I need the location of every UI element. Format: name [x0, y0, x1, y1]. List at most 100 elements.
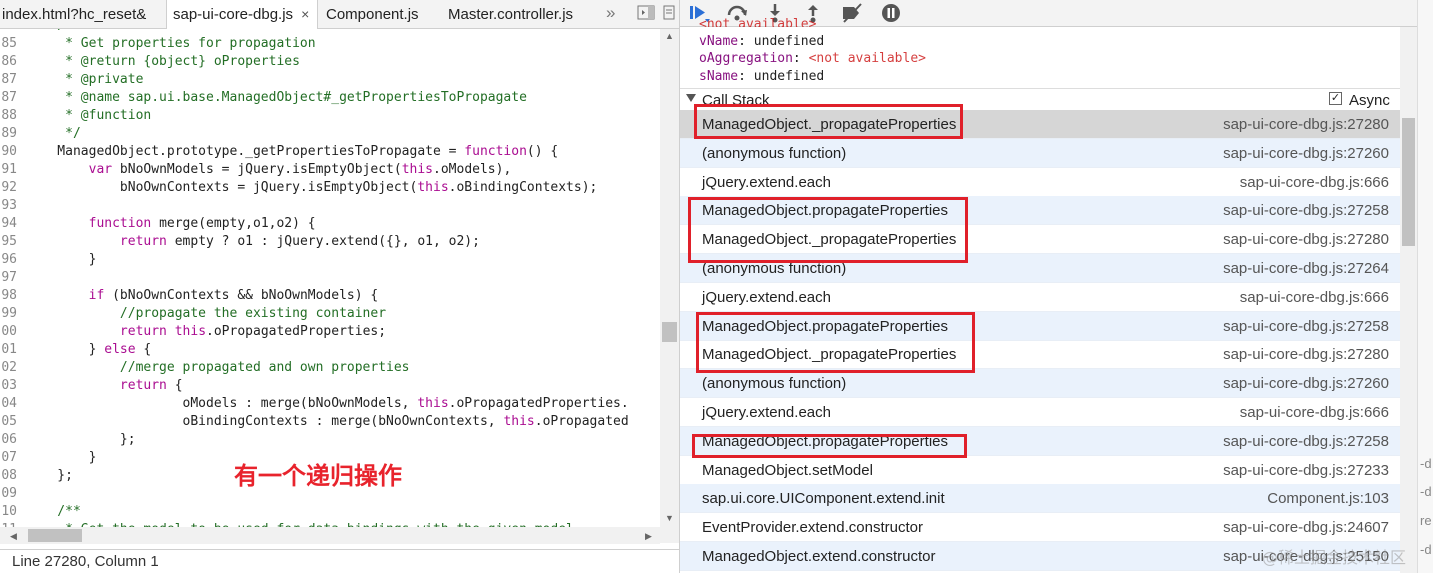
call-frame-row[interactable]: (anonymous function) sap-ui-core-dbg.js:2…	[680, 138, 1400, 168]
scroll-right-arrow-icon[interactable]: ▶	[645, 531, 652, 542]
call-frame-row[interactable]: jQuery.extend.each sap-ui-core-dbg.js:666	[680, 398, 1400, 427]
frame-location-link[interactable]: sap-ui-core-dbg.js:27280	[1223, 225, 1389, 254]
tab-index-html[interactable]: index.html?hc_reset&	[2, 0, 160, 29]
line-number[interactable]: 96	[0, 251, 17, 269]
scope-variable-row[interactable]: oAggregation: <not available>	[699, 50, 926, 68]
tab-component-js[interactable]: Component.js	[326, 0, 436, 29]
line-number[interactable]: 90	[0, 143, 17, 161]
line-number[interactable]: 00	[0, 323, 17, 341]
code-line: 87 * @private	[0, 71, 660, 89]
frame-location-link[interactable]: sap-ui-core-dbg.js:666	[1240, 398, 1389, 427]
call-frame-row[interactable]: jQuery.extend.each sap-ui-core-dbg.js:666	[680, 283, 1400, 312]
call-frame-row[interactable]: (anonymous function) sap-ui-core-dbg.js:2…	[680, 369, 1400, 399]
frame-location-link[interactable]: sap-ui-core-dbg.js:27258	[1223, 196, 1389, 225]
code-text: var bNoOwnModels = jQuery.isEmptyObject(…	[88, 162, 512, 177]
code-line: 96 }	[0, 251, 660, 269]
scroll-down-arrow-icon[interactable]: ▼	[665, 513, 674, 523]
line-number[interactable]: 87	[0, 71, 17, 89]
highlight-box	[688, 197, 968, 263]
scope-variable-row[interactable]: sName: undefined	[699, 68, 824, 86]
code-text: */	[26, 126, 81, 141]
highlight-box	[692, 434, 967, 458]
frame-location-link[interactable]: sap-ui-core-dbg.js:27258	[1223, 427, 1389, 456]
frame-location-link[interactable]: sap-ui-core-dbg.js:666	[1240, 168, 1389, 197]
line-number[interactable]: 03	[0, 377, 17, 395]
line-number[interactable]: 91	[0, 161, 17, 179]
line-number[interactable]: 02	[0, 359, 17, 377]
code-text: //merge propagated and own properties	[26, 360, 410, 375]
code-line: 89 */	[0, 125, 660, 143]
frame-location-link[interactable]: sap-ui-core-dbg.js:666	[1240, 283, 1389, 312]
code-text: if (bNoOwnContexts && bNoOwnModels) {	[88, 288, 379, 303]
code-scroll-thumb[interactable]	[662, 322, 677, 342]
code-text: function merge(empty,o1,o2) {	[88, 216, 316, 231]
frame-function-name: jQuery.extend.each	[702, 404, 831, 421]
pause-on-exceptions-icon[interactable]	[880, 2, 902, 24]
code-text: }	[26, 252, 97, 267]
frame-location-link[interactable]: sap-ui-core-dbg.js:27260	[1223, 369, 1389, 398]
code-text: oBindingContexts : merge(bNoOwnContexts,…	[26, 414, 629, 429]
tab-label: index.html?hc_reset&	[2, 6, 147, 23]
deactivate-breakpoints-icon[interactable]	[840, 2, 862, 24]
line-number[interactable]: 10	[0, 503, 17, 521]
line-number[interactable]: 05	[0, 413, 17, 431]
line-number[interactable]: 88	[0, 107, 17, 125]
line-number[interactable]: 92	[0, 179, 17, 197]
scroll-left-arrow-icon[interactable]: ◀	[10, 531, 17, 542]
frame-location-link[interactable]: sap-ui-core-dbg.js:27258	[1223, 312, 1389, 341]
frame-function-name: EventProvider.extend.constructor	[702, 519, 923, 537]
code-horizontal-scrollbar[interactable]	[0, 527, 660, 544]
code-vertical-scrollbar[interactable]	[660, 29, 679, 543]
line-number[interactable]: 86	[0, 53, 17, 71]
frame-location-link[interactable]: sap-ui-core-dbg.js:27280	[1223, 340, 1389, 369]
annotation-text: 有一个递归操作	[234, 462, 402, 490]
scope-variable-row[interactable]: vName: undefined	[699, 33, 824, 51]
tab-overflow-button[interactable]: »	[606, 3, 615, 23]
call-frame-row[interactable]: EventProvider.extend.constructor sap-ui-c…	[680, 513, 1400, 543]
line-number[interactable]: 98	[0, 287, 17, 305]
frame-location-link[interactable]: sap-ui-core-dbg.js:27264	[1223, 254, 1389, 283]
async-label: Async	[1349, 92, 1390, 109]
close-icon[interactable]: ×	[301, 0, 309, 29]
callstack-vertical-scrollbar[interactable]	[1400, 27, 1417, 573]
call-frame-row[interactable]: sap.ui.core.UIComponent.extend.init Compo…	[680, 484, 1400, 514]
scroll-up-arrow-icon[interactable]: ▲	[665, 31, 674, 41]
line-number[interactable]: 94	[0, 215, 17, 233]
watermark: @稀土掘金技术社区	[1262, 548, 1407, 567]
line-number[interactable]: 99	[0, 305, 17, 323]
panel-menu-icon[interactable]	[662, 5, 676, 24]
line-number[interactable]: 89	[0, 125, 17, 143]
call-frame-row[interactable]: ManagedObject.setModel sap-ui-core-dbg.js…	[680, 456, 1400, 485]
line-number[interactable]: 06	[0, 431, 17, 449]
line-number[interactable]: 87	[0, 89, 17, 107]
code-text: * Get properties for propagation	[26, 36, 316, 51]
code-text: oModels : merge(bNoOwnModels, this.oProp…	[26, 396, 629, 411]
frame-function-name: (anonymous function)	[702, 375, 847, 393]
code-text: return empty ? o1 : jQuery.extend({}, o1…	[119, 234, 480, 249]
code-line: 90 ManagedObject.prototype._getPropertie…	[0, 143, 660, 161]
frame-location-link[interactable]: sap-ui-core-dbg.js:27280	[1223, 110, 1389, 139]
async-checkbox[interactable]: ✓	[1329, 92, 1342, 105]
frame-location-link[interactable]: sap-ui-core-dbg.js:24607	[1223, 513, 1389, 542]
frame-location-link[interactable]: Component.js:103	[1267, 484, 1389, 513]
tab-master-controller[interactable]: Master.controller.js	[448, 0, 584, 29]
call-frame-row[interactable]: jQuery.extend.each sap-ui-core-dbg.js:666	[680, 168, 1400, 197]
code-line: 92 bNoOwnContexts = jQuery.isEmptyObject…	[0, 179, 660, 197]
callstack-scroll-thumb[interactable]	[1402, 118, 1415, 246]
line-number[interactable]: 08	[0, 467, 17, 485]
line-number[interactable]: 95	[0, 233, 17, 251]
code-line: 10 /**	[0, 503, 660, 521]
code-hscroll-thumb[interactable]	[28, 529, 82, 542]
line-number[interactable]: 09	[0, 485, 17, 503]
frame-location-link[interactable]: sap-ui-core-dbg.js:27260	[1223, 139, 1389, 168]
frame-location-link[interactable]: sap-ui-core-dbg.js:27233	[1223, 456, 1389, 485]
toggle-sidebar-icon[interactable]	[637, 5, 655, 24]
line-number[interactable]: 93	[0, 197, 17, 215]
line-number[interactable]: 04	[0, 395, 17, 413]
line-number[interactable]: 85	[0, 35, 17, 53]
tab-sap-ui-core-dbg[interactable]: sap-ui-core-dbg.js ×	[166, 0, 318, 30]
line-number[interactable]: 07	[0, 449, 17, 467]
line-number[interactable]: 01	[0, 341, 17, 359]
code-line: 03 return {	[0, 377, 660, 395]
line-number[interactable]: 97	[0, 269, 17, 287]
